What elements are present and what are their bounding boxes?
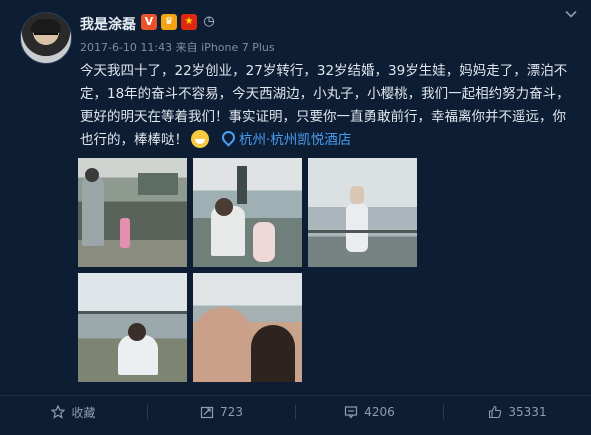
photo-person-head (215, 198, 233, 216)
post-timestamp[interactable]: 2017-6-10 11:43 (80, 41, 172, 54)
photo-trees (138, 173, 178, 195)
like-button[interactable]: 35331 (444, 396, 591, 428)
photo-person-head (128, 323, 146, 341)
location-pin-icon (219, 128, 238, 147)
photo-child-figure (120, 218, 130, 248)
author-badges: V ♛ ★ ◷ (141, 14, 217, 30)
photo-person-figure (346, 204, 368, 252)
comment-button[interactable]: 4206 (296, 396, 443, 428)
post-source: iPhone 7 Plus (201, 41, 275, 54)
source-prefix: 来自 (175, 41, 198, 54)
verified-v-badge[interactable]: V (141, 14, 157, 30)
photo-thumbnail-4[interactable] (78, 273, 187, 382)
location-link[interactable]: 杭州·杭州凯悦酒店 (219, 128, 352, 148)
like-count: 35331 (508, 405, 547, 419)
comment-icon (344, 405, 358, 419)
weibo-post-card: 我是涂磊 V ♛ ★ ◷ 2017-6-10 11:43 来自 iPhone 7… (0, 0, 591, 435)
like-icon (488, 405, 502, 419)
avatar-glasses (34, 33, 58, 40)
repost-count: 723 (220, 405, 243, 419)
repost-button[interactable]: 723 (148, 396, 295, 428)
post-meta: 2017-6-10 11:43 来自 iPhone 7 Plus (80, 39, 275, 55)
photo-person-figure (82, 176, 104, 246)
crown-badge-icon[interactable]: ♛ (161, 14, 177, 30)
comment-count: 4206 (364, 405, 395, 419)
photo-thumbnail-1[interactable] (78, 158, 187, 267)
author-name[interactable]: 我是涂磊 (80, 14, 136, 34)
star-icon (51, 404, 66, 419)
repost-icon (200, 405, 214, 419)
photo-person-figure (118, 335, 158, 375)
location-label: 杭州·杭州凯悦酒店 (239, 132, 352, 148)
photo-person-head (85, 168, 99, 182)
chevron-down-icon[interactable] (565, 8, 577, 20)
photo-thumbnail-2[interactable] (193, 158, 302, 267)
photo-post (237, 166, 247, 204)
photo-child-on-shoulders (350, 186, 364, 204)
avatar-hair (31, 19, 61, 33)
photo-child-head (251, 325, 295, 382)
avatar[interactable] (20, 12, 72, 64)
post-text: 今天我四十了，22岁创业，27岁转行，32岁结婚，39岁生娃，妈妈走了，漂泊不定… (80, 60, 575, 152)
photo-child-figure (253, 222, 275, 262)
photo-railing (308, 230, 417, 233)
photo-railing (78, 311, 187, 314)
action-bar: 收藏 723 4206 35331 (0, 395, 591, 428)
clock-badge-icon[interactable]: ◷ (201, 14, 217, 30)
photo-face-closeup (193, 307, 253, 382)
photo-thumbnail-3[interactable] (308, 158, 417, 267)
grin-emoji-icon (191, 130, 209, 148)
photo-thumbnail-5[interactable] (193, 273, 302, 382)
favorite-button[interactable]: 收藏 (0, 396, 147, 428)
china-flag-badge-icon[interactable]: ★ (181, 14, 197, 30)
favorite-label: 收藏 (71, 405, 96, 420)
